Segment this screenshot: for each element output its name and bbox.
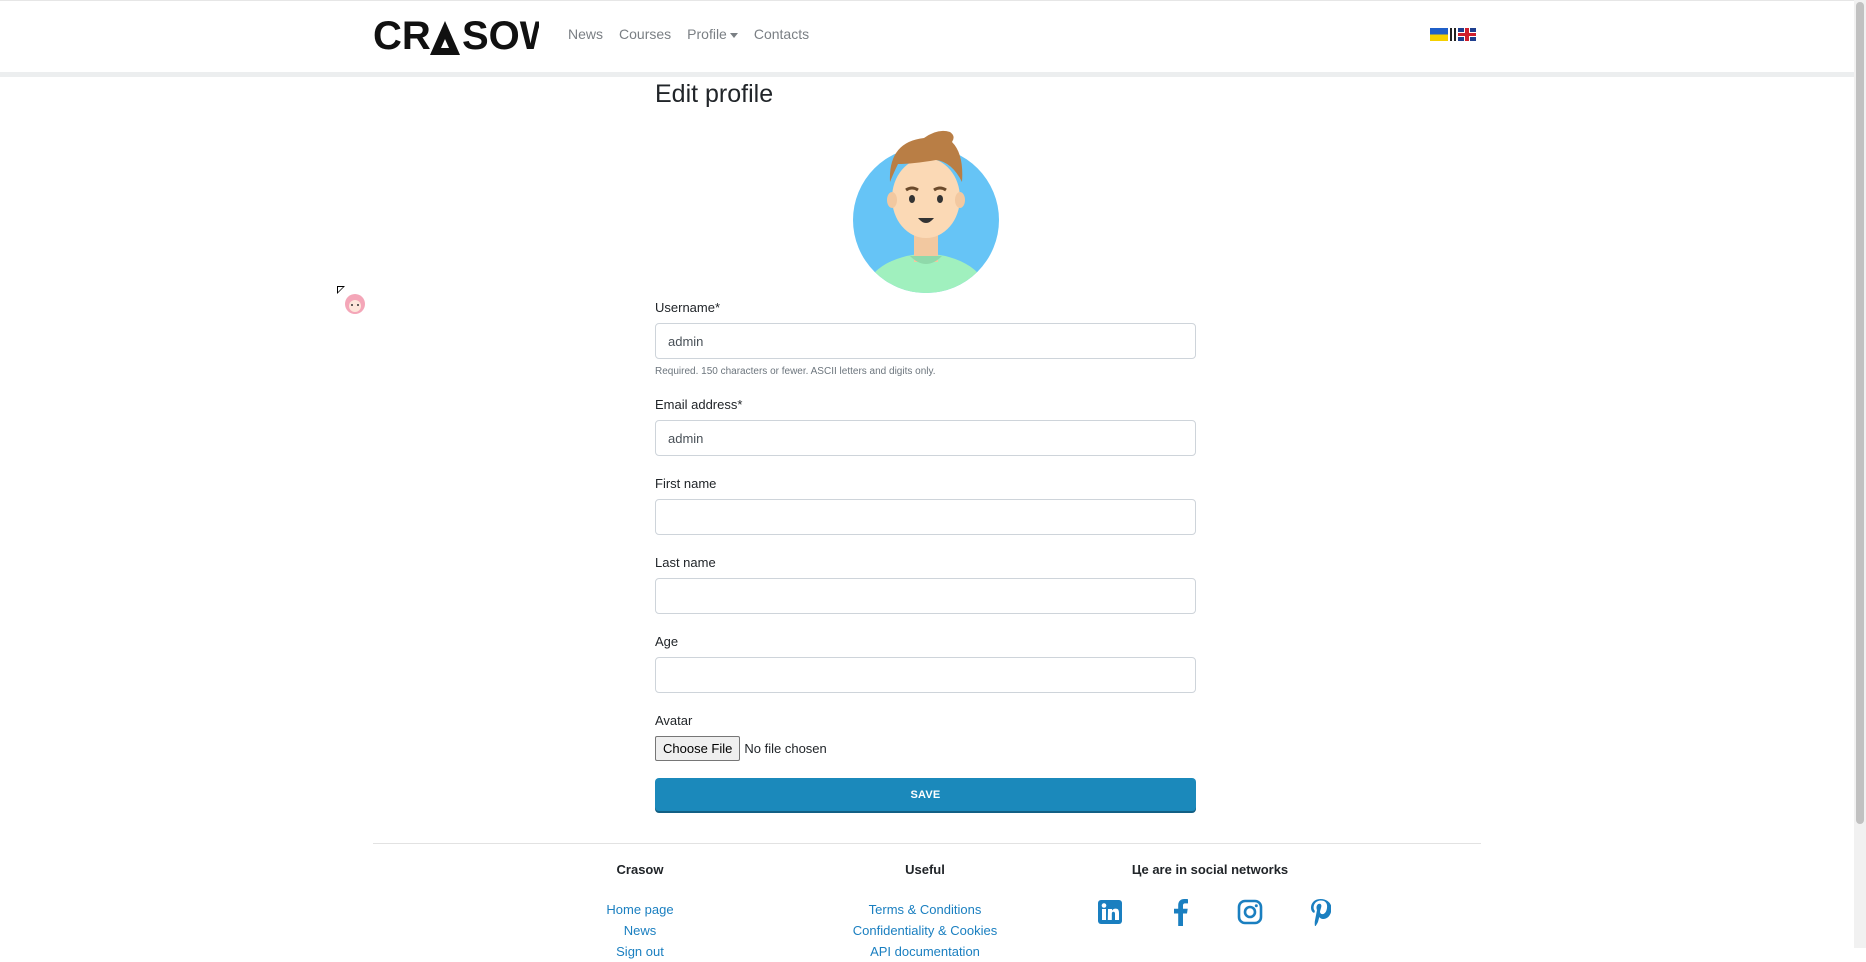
first-name-field: First name: [655, 476, 1196, 535]
avatar-label: Avatar: [655, 713, 693, 728]
footer-col-useful: Useful Terms & Conditions Confidentialit…: [805, 862, 1045, 962]
username-field: Username* Required. 150 characters or fe…: [655, 300, 1196, 377]
footer-link-api-docs[interactable]: API documentation: [805, 941, 1045, 962]
linkedin-icon[interactable]: [1092, 896, 1128, 928]
top-navbar: CR SOW News Courses Profile Contacts: [0, 0, 1854, 77]
first-name-input[interactable]: [655, 499, 1196, 535]
pet-cursor-icon: [337, 286, 369, 318]
edit-profile-form: Username* Required. 150 characters or fe…: [655, 300, 1196, 811]
username-input[interactable]: [655, 323, 1196, 359]
footer-link-home[interactable]: Home page: [560, 899, 720, 920]
scrollbar-thumb[interactable]: [1856, 2, 1864, 824]
svg-text:SOW: SOW: [462, 15, 539, 55]
footer-col-title: Це are in social networks: [1131, 862, 1289, 877]
username-help-text: Required. 150 characters or fewer. ASCII…: [655, 366, 936, 377]
nav-profile-label: Profile: [687, 26, 727, 42]
first-name-label: First name: [655, 476, 717, 491]
facebook-icon[interactable]: [1162, 896, 1198, 928]
save-button[interactable]: SAVE: [655, 778, 1196, 811]
pinterest-icon[interactable]: [1302, 896, 1338, 928]
age-label: Age: [655, 634, 679, 649]
age-field: Age: [655, 634, 1196, 693]
footer-col-title: Useful: [905, 862, 945, 877]
email-label: Email address*: [655, 397, 743, 412]
age-input[interactable]: [655, 657, 1196, 693]
nav-profile-dropdown[interactable]: Profile: [687, 26, 738, 42]
page-scrollbar[interactable]: [1854, 0, 1866, 948]
page-title: Edit profile: [655, 80, 774, 108]
flag-separator: [1450, 28, 1456, 41]
svg-text:CR: CR: [373, 15, 431, 55]
chevron-down-icon: [729, 32, 738, 38]
avatar-field: Avatar Choose File No file chosen: [655, 713, 1196, 761]
nav-courses[interactable]: Courses: [619, 26, 671, 42]
last-name-input[interactable]: [655, 578, 1196, 614]
last-name-label: Last name: [655, 555, 716, 570]
social-links: [1092, 896, 1372, 928]
choose-file-button[interactable]: Choose File: [655, 736, 741, 761]
footer-col-social: Це are in social networks: [1110, 862, 1310, 899]
file-status-text: No file chosen: [744, 741, 827, 756]
profile-avatar: [853, 130, 999, 293]
email-input[interactable]: [655, 420, 1196, 456]
instagram-icon[interactable]: [1232, 896, 1268, 928]
footer-link-sign-out[interactable]: Sign out: [560, 941, 720, 962]
uk-flag-icon[interactable]: [1458, 28, 1476, 41]
last-name-field: Last name: [655, 555, 1196, 614]
ua-flag-icon[interactable]: [1430, 28, 1448, 41]
footer-link-terms[interactable]: Terms & Conditions: [805, 899, 1045, 920]
footer-col-title: Crasow: [616, 862, 664, 877]
footer-divider: [373, 843, 1481, 844]
language-switcher: [1430, 28, 1476, 41]
footer-link-news[interactable]: News: [560, 920, 720, 941]
footer-link-confidentiality[interactable]: Confidentiality & Cookies: [805, 920, 1045, 941]
nav-news[interactable]: News: [568, 26, 603, 42]
username-label: Username*: [655, 300, 721, 315]
footer-col-crasow: Crasow Home page News Sign out: [560, 862, 720, 962]
crasow-logo[interactable]: CR SOW: [373, 14, 539, 56]
nav-contacts[interactable]: Contacts: [754, 26, 809, 42]
email-field: Email address*: [655, 397, 1196, 456]
main-nav: News Courses Profile Contacts: [568, 26, 825, 42]
